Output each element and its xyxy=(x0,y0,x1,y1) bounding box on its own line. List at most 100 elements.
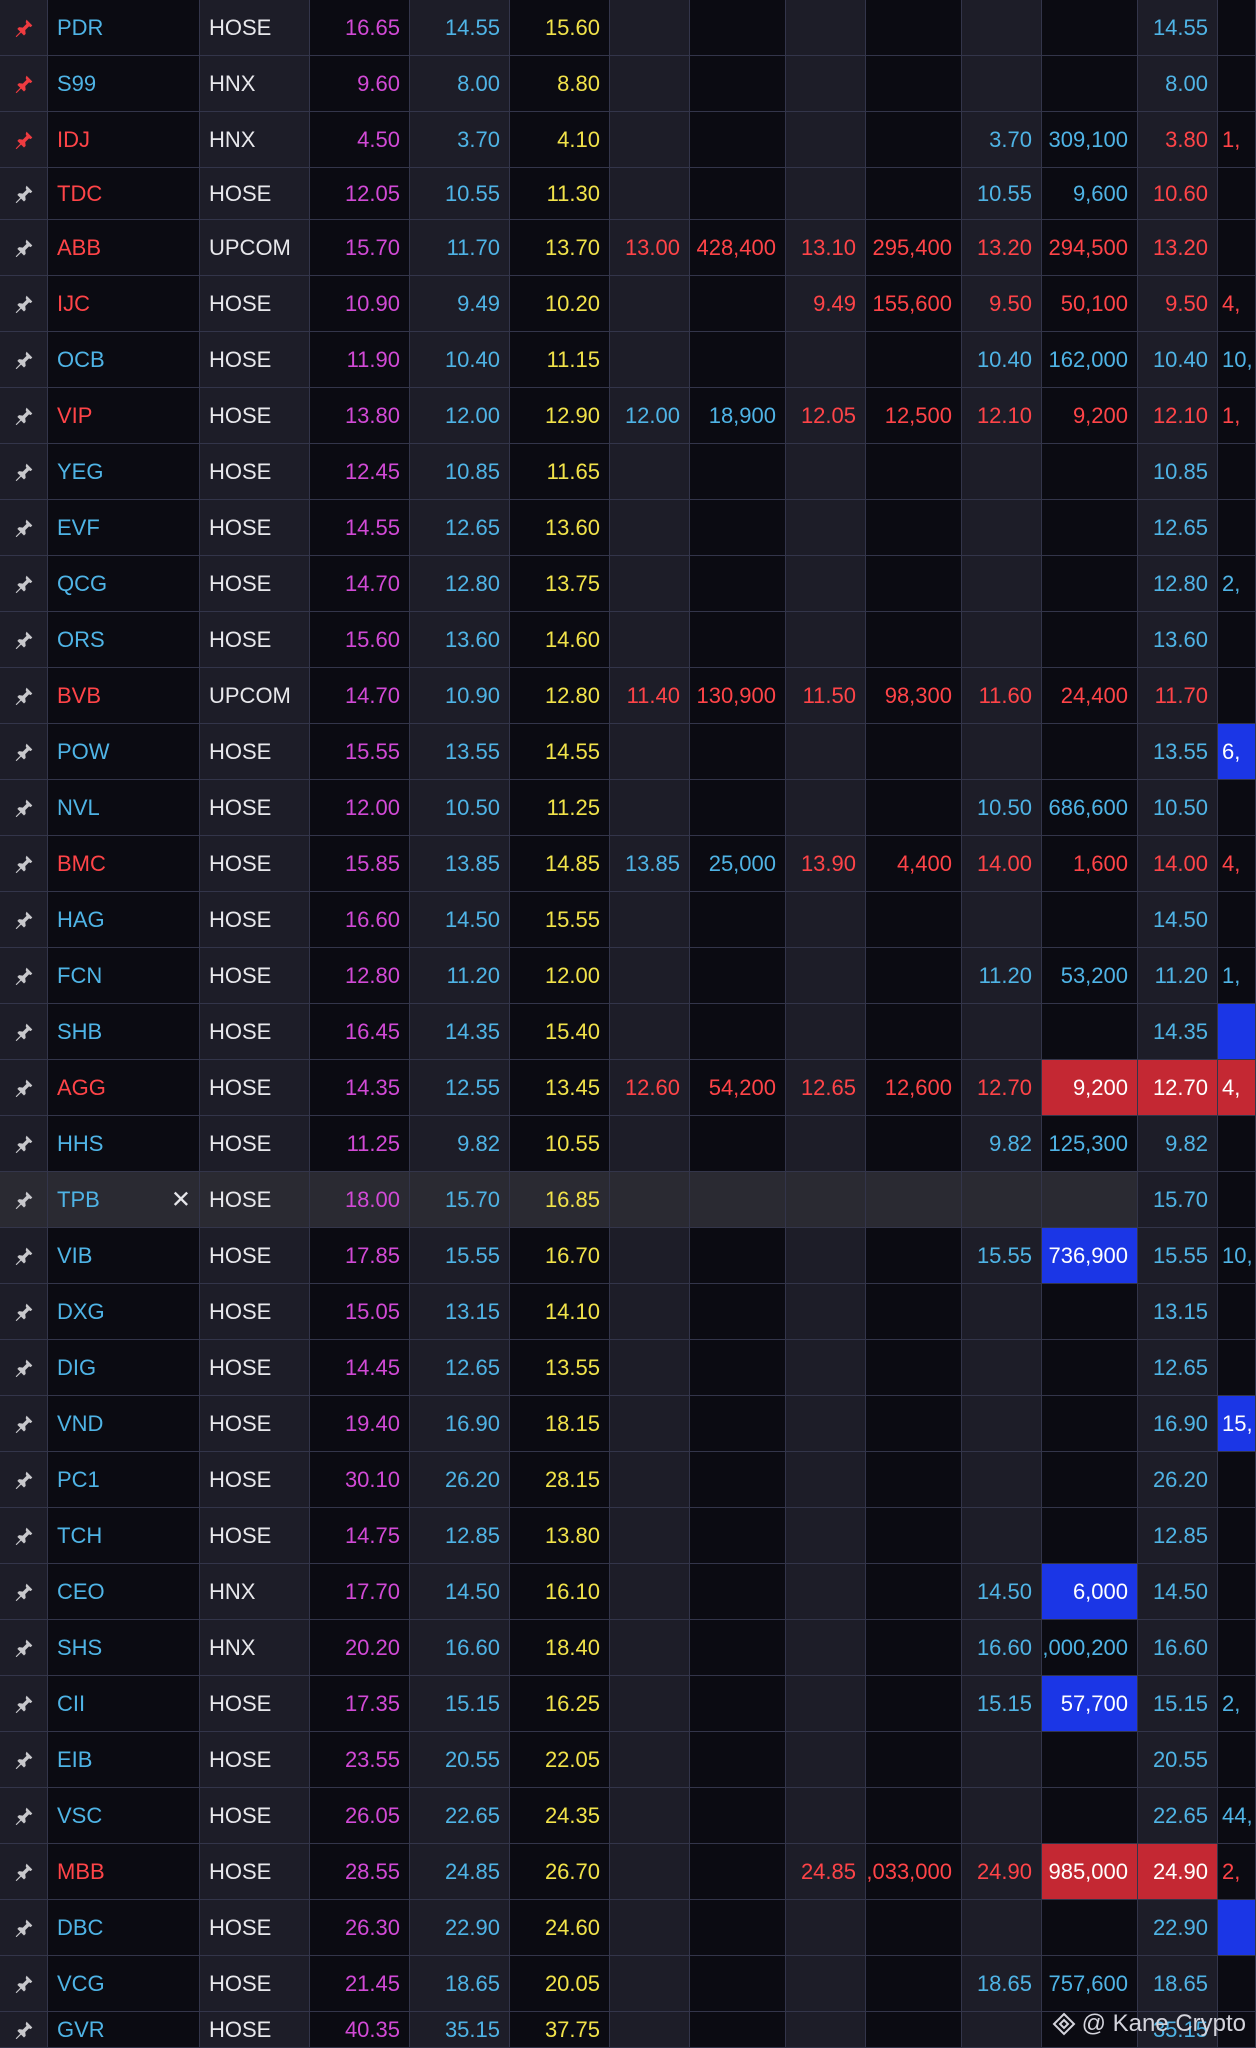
pin-icon[interactable] xyxy=(0,556,48,612)
stock-row-qcg[interactable]: QCG HOSE 14.70 12.80 13.75 12.80 2, xyxy=(0,556,1256,612)
stock-row-ijc[interactable]: IJC HOSE 10.90 9.49 10.20 9.49 155,600 9.50 50,1… xyxy=(0,276,1256,332)
pin-icon[interactable] xyxy=(0,1564,48,1620)
stock-row-eib[interactable]: EIB HOSE 23.55 20.55 22.05 20.55 xyxy=(0,1732,1256,1788)
stock-row-dig[interactable]: DIG HOSE 14.45 12.65 13.55 12.65 xyxy=(0,1340,1256,1396)
symbol-cell[interactable]: EVF xyxy=(48,500,200,556)
stock-row-pdr[interactable]: PDR HOSE 16.65 14.55 15.60 14.55 xyxy=(0,0,1256,56)
pin-icon[interactable] xyxy=(0,1508,48,1564)
pin-icon[interactable] xyxy=(0,220,48,276)
pin-icon[interactable] xyxy=(0,112,48,168)
pin-icon[interactable] xyxy=(0,1004,48,1060)
stock-row-bmc[interactable]: BMC HOSE 15.85 13.85 14.85 13.85 25,000 13.90 4,… xyxy=(0,836,1256,892)
pin-icon[interactable] xyxy=(0,1620,48,1676)
pin-icon[interactable] xyxy=(0,1956,48,2012)
stock-row-shs[interactable]: SHS HNX 20.20 16.60 18.40 16.60,000,200 16.60 xyxy=(0,1620,1256,1676)
pin-icon[interactable] xyxy=(0,1844,48,1900)
symbol-cell[interactable]: OCB xyxy=(48,332,200,388)
symbol-cell[interactable]: DIG xyxy=(48,1340,200,1396)
symbol-cell[interactable]: SHS xyxy=(48,1620,200,1676)
stock-row-mbb[interactable]: MBB HOSE 28.55 24.85 26.70 24.85,033,000 24.90… xyxy=(0,1844,1256,1900)
symbol-cell[interactable]: EIB xyxy=(48,1732,200,1788)
stock-row-cii[interactable]: CII HOSE 17.35 15.15 16.25 15.15 57,700 15.15 2, xyxy=(0,1676,1256,1732)
pin-icon[interactable] xyxy=(0,1060,48,1116)
symbol-cell[interactable]: VIP xyxy=(48,388,200,444)
pin-icon[interactable] xyxy=(0,1900,48,1956)
pin-icon[interactable] xyxy=(0,500,48,556)
stock-row-vnd[interactable]: VND HOSE 19.40 16.90 18.15 16.90 15, xyxy=(0,1396,1256,1452)
stock-row-hag[interactable]: HAG HOSE 16.60 14.50 15.55 14.50 xyxy=(0,892,1256,948)
pin-icon[interactable] xyxy=(0,1340,48,1396)
symbol-cell[interactable]: GVR xyxy=(48,2012,200,2048)
symbol-cell[interactable]: NVL xyxy=(48,780,200,836)
pin-icon[interactable] xyxy=(0,668,48,724)
stock-row-yeg[interactable]: YEG HOSE 12.45 10.85 11.65 10.85 xyxy=(0,444,1256,500)
symbol-cell[interactable]: QCG xyxy=(48,556,200,612)
symbol-cell[interactable]: TDC xyxy=(48,168,200,220)
stock-row-vib[interactable]: VIB HOSE 17.85 15.55 16.70 15.55 736,900 15.55 1… xyxy=(0,1228,1256,1284)
stock-row-nvl[interactable]: NVL HOSE 12.00 10.50 11.25 10.50 686,600 10.50 xyxy=(0,780,1256,836)
pin-icon[interactable] xyxy=(0,948,48,1004)
pin-icon[interactable] xyxy=(0,1284,48,1340)
stock-row-idj[interactable]: IDJ HNX 4.50 3.70 4.10 3.70 309,100 3.80 1, xyxy=(0,112,1256,168)
symbol-cell[interactable]: DBC xyxy=(48,1900,200,1956)
pin-icon[interactable] xyxy=(0,1396,48,1452)
symbol-cell[interactable]: S99 xyxy=(48,56,200,112)
symbol-cell[interactable]: HAG xyxy=(48,892,200,948)
stock-row-pow[interactable]: POW HOSE 15.55 13.55 14.55 13.55 6, xyxy=(0,724,1256,780)
symbol-cell[interactable]: PC1 xyxy=(48,1452,200,1508)
symbol-cell[interactable]: AGG xyxy=(48,1060,200,1116)
symbol-cell[interactable]: YEG xyxy=(48,444,200,500)
stock-row-vip[interactable]: VIP HOSE 13.80 12.00 12.90 12.00 18,900 12.05 12… xyxy=(0,388,1256,444)
stock-row-vsc[interactable]: VSC HOSE 26.05 22.65 24.35 22.65 44, xyxy=(0,1788,1256,1844)
symbol-cell[interactable]: VSC xyxy=(48,1788,200,1844)
symbol-cell[interactable]: VCG xyxy=(48,1956,200,2012)
symbol-cell[interactable]: IDJ xyxy=(48,112,200,168)
stock-row-pc1[interactable]: PC1 HOSE 30.10 26.20 28.15 26.20 xyxy=(0,1452,1256,1508)
pin-icon[interactable] xyxy=(0,388,48,444)
stock-row-shb[interactable]: SHB HOSE 16.45 14.35 15.40 14.35 xyxy=(0,1004,1256,1060)
stock-row-ocb[interactable]: OCB HOSE 11.90 10.40 11.15 10.40 162,000 10.40 1… xyxy=(0,332,1256,388)
stock-row-tpb[interactable]: TPB ✕ HOSE 18.00 15.70 16.85 15.70 xyxy=(0,1172,1256,1228)
stock-row-evf[interactable]: EVF HOSE 14.55 12.65 13.60 12.65 xyxy=(0,500,1256,556)
pin-icon[interactable] xyxy=(0,1788,48,1844)
pin-icon[interactable] xyxy=(0,0,48,56)
stock-row-ceo[interactable]: CEO HNX 17.70 14.50 16.10 14.50 6,000 14.50 xyxy=(0,1564,1256,1620)
symbol-cell[interactable]: VIB xyxy=(48,1228,200,1284)
close-icon[interactable]: ✕ xyxy=(171,1185,191,1214)
pin-icon[interactable] xyxy=(0,168,48,220)
pin-icon[interactable] xyxy=(0,2012,48,2048)
pin-icon[interactable] xyxy=(0,332,48,388)
pin-icon[interactable] xyxy=(0,1676,48,1732)
symbol-cell[interactable]: MBB xyxy=(48,1844,200,1900)
pin-icon[interactable] xyxy=(0,276,48,332)
stock-row-agg[interactable]: AGG HOSE 14.35 12.55 13.45 12.60 54,200 12.65 12… xyxy=(0,1060,1256,1116)
stock-row-fcn[interactable]: FCN HOSE 12.80 11.20 12.00 11.20 53,200 11.20 1, xyxy=(0,948,1256,1004)
pin-icon[interactable] xyxy=(0,444,48,500)
symbol-cell[interactable]: BVB xyxy=(48,668,200,724)
stock-row-abb[interactable]: ABB UPCOM 15.70 11.70 13.70 13.00 428,400 13.10… xyxy=(0,220,1256,276)
symbol-cell[interactable]: HHS xyxy=(48,1116,200,1172)
symbol-cell[interactable]: IJC xyxy=(48,276,200,332)
stock-row-bvb[interactable]: BVB UPCOM 14.70 10.90 12.80 11.40 130,900 11.50… xyxy=(0,668,1256,724)
symbol-cell[interactable]: ORS xyxy=(48,612,200,668)
symbol-cell[interactable]: SHB xyxy=(48,1004,200,1060)
symbol-cell[interactable]: VND xyxy=(48,1396,200,1452)
pin-icon[interactable] xyxy=(0,1116,48,1172)
stock-row-ors[interactable]: ORS HOSE 15.60 13.60 14.60 13.60 xyxy=(0,612,1256,668)
stock-row-dxg[interactable]: DXG HOSE 15.05 13.15 14.10 13.15 xyxy=(0,1284,1256,1340)
symbol-cell[interactable]: PDR xyxy=(48,0,200,56)
stock-row-tdc[interactable]: TDC HOSE 12.05 10.55 11.30 10.55 9,600 10.60 xyxy=(0,168,1256,220)
symbol-cell[interactable]: BMC xyxy=(48,836,200,892)
stock-row-tch[interactable]: TCH HOSE 14.75 12.85 13.80 12.85 xyxy=(0,1508,1256,1564)
stock-row-dbc[interactable]: DBC HOSE 26.30 22.90 24.60 22.90 xyxy=(0,1900,1256,1956)
pin-icon[interactable] xyxy=(0,780,48,836)
pin-icon[interactable] xyxy=(0,1172,48,1228)
symbol-cell[interactable]: DXG xyxy=(48,1284,200,1340)
pin-icon[interactable] xyxy=(0,612,48,668)
symbol-cell[interactable]: TCH xyxy=(48,1508,200,1564)
pin-icon[interactable] xyxy=(0,892,48,948)
pin-icon[interactable] xyxy=(0,724,48,780)
pin-icon[interactable] xyxy=(0,836,48,892)
symbol-cell[interactable]: CII xyxy=(48,1676,200,1732)
pin-icon[interactable] xyxy=(0,1732,48,1788)
